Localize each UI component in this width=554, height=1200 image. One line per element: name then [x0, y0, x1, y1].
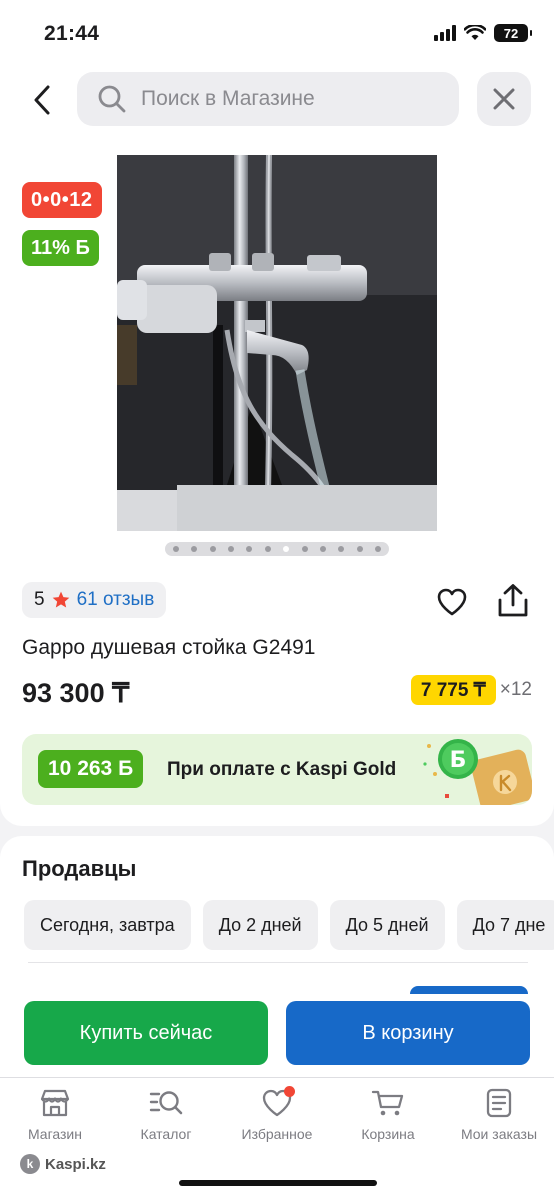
reviews-link[interactable]: 61 отзыв — [77, 589, 155, 611]
bonus-badge: 11% Б — [22, 230, 99, 266]
tab-label: Каталог — [140, 1126, 192, 1142]
gallery-dot — [283, 546, 290, 552]
installment-info[interactable]: 7 775 ₸ ×12 — [410, 675, 532, 705]
search-input[interactable]: Поиск в Магазине — [77, 72, 459, 126]
tab-orders[interactable]: Мои заказы — [444, 1088, 554, 1142]
cellular-signal-icon — [434, 25, 456, 41]
product-title: Gappo душевая стойка G2491 — [22, 636, 316, 659]
gallery-dot — [191, 546, 198, 552]
gallery-dot — [338, 546, 345, 552]
tab-catalog[interactable]: Каталог — [111, 1088, 221, 1142]
close-search-button[interactable] — [477, 72, 531, 126]
rating-value: 5 — [34, 589, 45, 610]
gold-banner-text: При оплате с Kaspi Gold — [167, 759, 397, 780]
product-photo[interactable] — [117, 155, 437, 531]
add-to-cart-button[interactable]: В корзину — [286, 1001, 530, 1065]
gallery-dot — [301, 546, 308, 552]
rating-pill[interactable]: 5 61 отзыв — [22, 582, 167, 618]
tab-label: Избранное — [241, 1126, 313, 1142]
battery-indicator: 72 — [494, 24, 532, 42]
gallery-dot — [173, 546, 179, 552]
search-icon — [98, 85, 126, 113]
catalog-search-icon — [149, 1091, 183, 1115]
delivery-chip-2-days[interactable]: До 2 дней — [202, 900, 318, 950]
gold-bonus-amount: 10 263 Б — [38, 750, 144, 788]
orders-icon — [486, 1088, 512, 1118]
sellers-title: Продавцы — [22, 856, 137, 881]
gallery-dot — [374, 546, 381, 552]
kaspi-logo-icon: k — [20, 1154, 40, 1174]
search-placeholder: Поиск в Магазине — [141, 87, 315, 110]
tab-label: Мои заказы — [460, 1126, 538, 1142]
notification-dot — [284, 1086, 295, 1097]
heart-icon — [437, 588, 467, 616]
tab-cart[interactable]: Корзина — [333, 1088, 443, 1142]
installment-amount: 7 775 ₸ — [410, 675, 496, 705]
kaspi-gold-banner[interactable]: 10 263 Б При оплате с Kaspi Gold Б — [22, 734, 532, 805]
shop-icon — [40, 1089, 70, 1117]
kaspi-watermark: k Kaspi.kz — [20, 1154, 106, 1174]
tab-favorites[interactable]: Избранное — [222, 1086, 332, 1142]
buy-now-button[interactable]: Купить сейчас — [24, 1001, 268, 1065]
delivery-chip-today-tomorrow[interactable]: Сегодня, завтра — [24, 900, 191, 950]
chevron-left-icon — [34, 85, 50, 115]
svg-text:Б: Б — [450, 748, 467, 773]
tab-shop[interactable]: Магазин — [0, 1088, 110, 1142]
gallery-dot — [356, 546, 363, 552]
status-time: 21:44 — [44, 22, 100, 45]
divider — [28, 962, 528, 963]
gallery-dot — [264, 546, 271, 552]
favorite-button[interactable] — [436, 586, 468, 618]
tab-label: Магазин — [27, 1126, 82, 1142]
gallery-dot — [319, 546, 326, 552]
product-card: 0•0•12 11% Б 5 61 отзыв Gappo душевая ст… — [0, 140, 554, 826]
home-indicator — [179, 1180, 377, 1186]
wifi-icon — [464, 25, 486, 40]
status-icons: 72 — [434, 24, 532, 42]
gallery-dot — [228, 546, 235, 552]
back-button[interactable] — [24, 80, 60, 120]
star-icon — [52, 591, 69, 608]
gallery-pagination[interactable] — [165, 542, 389, 556]
cart-icon — [371, 1090, 404, 1116]
status-bar: 21:44 72 — [0, 0, 554, 62]
kaspi-gold-card-icon: Б — [423, 739, 532, 805]
close-icon — [493, 88, 515, 110]
product-price: 93 300 ₸ — [22, 678, 130, 708]
shower-column-image — [117, 155, 437, 531]
seller-select-button-partial[interactable] — [410, 986, 528, 994]
installment-months: ×12 — [499, 679, 532, 700]
share-button[interactable] — [496, 583, 530, 619]
share-icon — [498, 584, 528, 617]
delivery-chip-7-days[interactable]: До 7 дне — [456, 900, 554, 950]
watermark-text: Kaspi.kz — [45, 1155, 106, 1173]
tab-label: Корзина — [361, 1126, 415, 1142]
delivery-filter-chips: Сегодня, завтра До 2 дней До 5 дней До 7… — [24, 900, 554, 950]
delivery-chip-5-days[interactable]: До 5 дней — [329, 900, 445, 950]
gallery-dot — [209, 546, 216, 552]
installment-promo-badge: 0•0•12 — [22, 182, 102, 218]
gallery-dot — [246, 546, 253, 552]
header: Поиск в Магазине — [0, 62, 554, 140]
